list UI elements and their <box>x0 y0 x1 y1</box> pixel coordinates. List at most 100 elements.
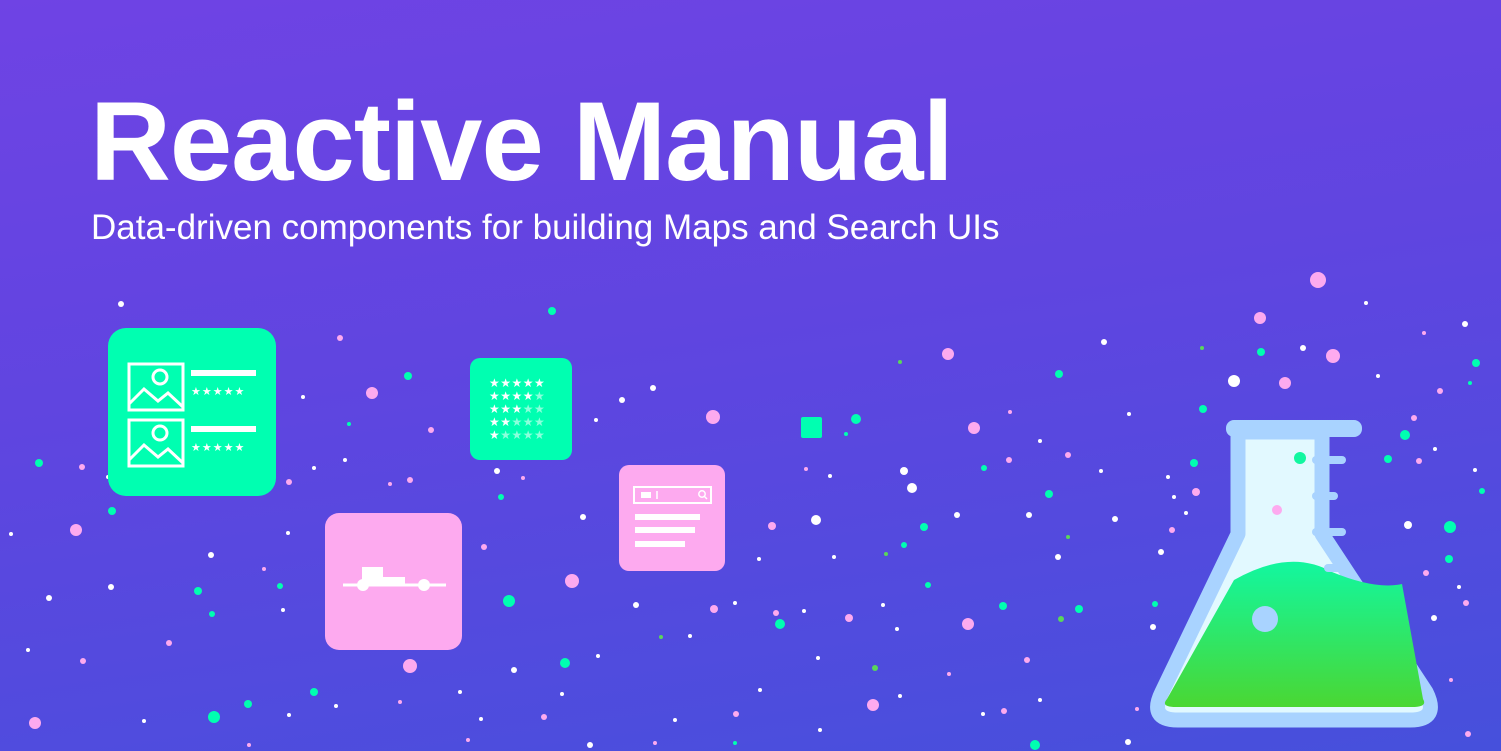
particle-dot <box>494 468 500 474</box>
hero-banner: Reactive Manual Data-driven components f… <box>0 0 1501 751</box>
particle-dot <box>1457 585 1461 589</box>
particle-dot <box>920 523 928 531</box>
particle-dot <box>343 458 347 462</box>
particle-dot <box>166 640 172 646</box>
particle-dot <box>1465 731 1471 737</box>
particle-dot <box>1310 272 1326 288</box>
particle-dot <box>1254 312 1266 324</box>
particle-dot <box>541 714 547 720</box>
particle-dot <box>844 432 848 436</box>
particle-dot <box>548 307 556 315</box>
particle-dot <box>706 410 720 424</box>
particle-dot <box>688 634 692 638</box>
particle-dot <box>1055 554 1061 560</box>
particle-dot <box>108 584 114 590</box>
particle-dot <box>633 602 639 608</box>
particle-dot <box>1030 740 1040 750</box>
particle-dot <box>659 635 663 639</box>
particle-dot <box>301 395 305 399</box>
particle-dot <box>407 477 413 483</box>
svg-text:★★★★★: ★★★★★ <box>191 442 245 454</box>
particle-dot <box>142 719 146 723</box>
particle-dot <box>775 619 785 629</box>
particle-dot <box>334 704 338 708</box>
particle-dot <box>80 658 86 664</box>
particle-dot <box>1279 377 1291 389</box>
particle-dot <box>962 618 974 630</box>
svg-text:★★★★★: ★★★★★ <box>489 415 545 429</box>
particle-dot <box>118 301 124 307</box>
particle-dot <box>587 742 593 748</box>
particle-dot <box>498 494 504 500</box>
particle-dot <box>1473 468 1477 472</box>
particle-dot <box>503 595 515 607</box>
particle-dot <box>898 360 902 364</box>
particle-dot <box>1125 739 1131 745</box>
particle-dot <box>1099 469 1103 473</box>
particle-dot <box>388 482 392 486</box>
particle-dot <box>804 467 808 471</box>
particle-dot <box>79 464 85 470</box>
particle-dot <box>1468 381 1472 385</box>
particle-dot <box>811 515 821 525</box>
particle-dot <box>1472 359 1480 367</box>
particle-dot <box>26 648 30 652</box>
particle-dot <box>247 743 251 747</box>
particle-dot <box>1006 457 1012 463</box>
particle-dot <box>1001 708 1007 714</box>
particle-dot <box>768 522 776 530</box>
particle-dot <box>1075 605 1083 613</box>
search-list-icon <box>619 465 725 571</box>
particle-dot <box>884 552 888 556</box>
particle-dot <box>828 474 832 478</box>
particle-dot <box>277 583 283 589</box>
particle-dot <box>9 532 13 536</box>
svg-text:★★★★★: ★★★★★ <box>191 386 245 398</box>
particle-dot <box>35 459 43 467</box>
particle-dot <box>1066 535 1070 539</box>
result-list-icon: ★★★★★ ★★★★★ <box>108 328 276 496</box>
svg-text:★★★★★: ★★★★★ <box>489 376 545 390</box>
particle-dot <box>1058 616 1064 622</box>
particle-dot <box>594 418 598 422</box>
particle-dot <box>29 717 41 729</box>
particle-dot <box>404 372 412 380</box>
particle-dot <box>209 611 215 617</box>
particle-dot <box>1045 490 1053 498</box>
particle-dot <box>758 688 762 692</box>
particle-dot <box>287 713 291 717</box>
particle-dot <box>337 335 343 341</box>
particle-dot <box>818 728 822 732</box>
particle-dot <box>999 602 1007 610</box>
particle-dot <box>1024 657 1030 663</box>
particle-dot <box>1008 410 1012 414</box>
particle-dot <box>900 467 908 475</box>
star-rating-icon: ★★★★★ ★★★★★ ★★★★★ ★★★★★ ★★★★★ <box>470 358 572 460</box>
particle-dot <box>1101 339 1107 345</box>
particle-dot <box>1038 439 1042 443</box>
particle-dot <box>925 582 931 588</box>
particle-dot <box>773 610 779 616</box>
particle-dot <box>1437 388 1443 394</box>
page-title: Reactive Manual <box>90 79 954 204</box>
particle-dot <box>673 718 677 722</box>
particle-dot <box>208 552 214 558</box>
particle-dot <box>1135 707 1139 711</box>
particle-dot <box>1065 452 1071 458</box>
particle-dot <box>286 479 292 485</box>
particle-dot <box>733 741 737 745</box>
particle-dot <box>881 603 885 607</box>
particle-dot <box>208 711 220 723</box>
particle-dot <box>70 524 82 536</box>
particle-dot <box>1026 512 1032 518</box>
particle-dot <box>1300 345 1306 351</box>
particle-dot <box>954 512 960 518</box>
particle-dot <box>560 692 564 696</box>
particle-dot <box>895 627 899 631</box>
particle-dot <box>466 738 470 742</box>
svg-text:★★★★★: ★★★★★ <box>489 402 545 416</box>
particle-dot <box>1200 346 1204 350</box>
particle-dot <box>816 656 820 660</box>
particle-dot <box>1038 698 1042 702</box>
particle-dot <box>1127 412 1131 416</box>
